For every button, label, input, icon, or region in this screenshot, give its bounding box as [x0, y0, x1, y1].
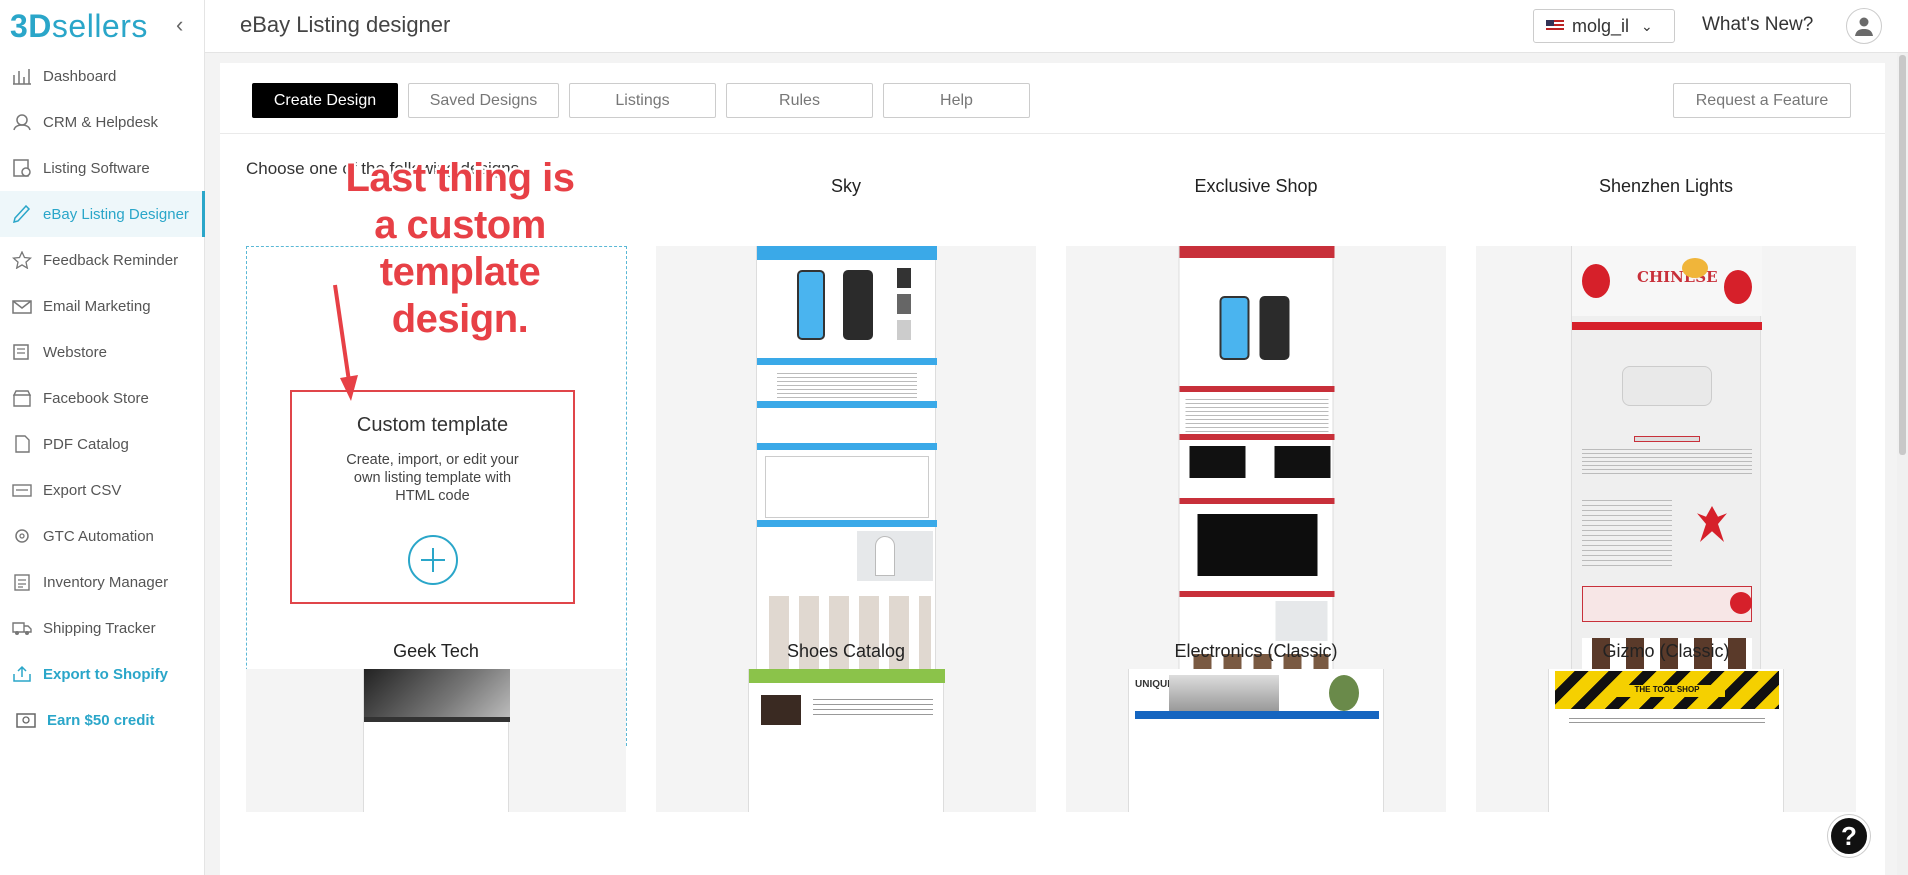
- shoes-catalog-preview: [748, 669, 945, 812]
- design-card-electronics-classic[interactable]: UNIQUE: [1066, 669, 1446, 812]
- design-title-shenzhen-lights: Shenzhen Lights: [1598, 176, 1734, 196]
- divider: [220, 133, 1885, 134]
- custom-template-description: Create, import, or edit your own listing…: [346, 452, 519, 504]
- whats-new-link[interactable]: What's New?: [1702, 14, 1813, 36]
- sidebar-item-label: Shipping Tracker: [43, 619, 156, 637]
- add-plus-icon[interactable]: [407, 535, 458, 585]
- scrollbar-thumb[interactable]: [1899, 55, 1906, 455]
- geek-tech-preview: [363, 669, 510, 812]
- sidebar-item-label: Listing Software: [43, 159, 150, 177]
- sidebar-item-label: GTC Automation: [43, 527, 154, 545]
- sidebar-item-label: Feedback Reminder: [43, 251, 179, 269]
- sidebar-item-webstore[interactable]: Webstore: [0, 329, 205, 375]
- sidebar-item-label: Facebook Store: [43, 389, 149, 407]
- sidebar-item-earn-credit[interactable]: Earn $50 credit: [0, 697, 205, 743]
- design-card-shoes-catalog[interactable]: [656, 669, 1036, 812]
- sidebar-item-label: PDF Catalog: [43, 435, 129, 453]
- collapse-sidebar-icon[interactable]: ‹: [176, 12, 183, 38]
- sidebar-nav: Dashboard CRM & Helpdesk Listing Softwar…: [0, 53, 205, 743]
- page-title: eBay Listing designer: [240, 12, 451, 37]
- sidebar-item-label: eBay Listing Designer: [43, 205, 189, 223]
- design-card-geek-tech[interactable]: [246, 669, 626, 812]
- user-avatar-icon[interactable]: [1846, 8, 1882, 44]
- annotation-text: Last thing is a custom template design.: [345, 156, 575, 341]
- tool-shop-text: THE TOOL SHOP: [1609, 685, 1725, 697]
- sidebar-item-export-to-shopify[interactable]: Export to Shopify: [0, 651, 205, 697]
- clipboard-icon: [10, 571, 34, 593]
- store-icon: [10, 341, 34, 363]
- custom-template-highlight[interactable]: Custom template Create, import, or edit …: [290, 390, 575, 604]
- tab-saved-designs[interactable]: Saved Designs: [408, 83, 559, 118]
- help-button[interactable]: ?: [1828, 815, 1870, 857]
- envelope-icon: [10, 295, 34, 317]
- brush-icon: [10, 203, 34, 225]
- gizmo-classic-preview: THE TOOL SHOP: [1548, 669, 1784, 812]
- tab-rules[interactable]: Rules: [726, 83, 873, 118]
- sidebar: 3Dsellers ‹ Dashboard CRM & Helpdesk Lis…: [0, 0, 205, 875]
- sidebar-item-dashboard[interactable]: Dashboard: [0, 53, 205, 99]
- sidebar-item-label: Inventory Manager: [43, 573, 169, 591]
- sidebar-item-ebay-listing-designer[interactable]: eBay Listing Designer: [0, 191, 205, 237]
- designer-panel: Create Design Saved Designs Listings Rul…: [220, 63, 1885, 875]
- design-card-gizmo-classic[interactable]: THE TOOL SHOP: [1476, 669, 1856, 812]
- sidebar-item-listing-software[interactable]: Listing Software: [0, 145, 205, 191]
- wallet-icon: [14, 709, 38, 731]
- pdf-icon: [10, 433, 34, 455]
- sidebar-item-inventory-manager[interactable]: Inventory Manager: [0, 559, 205, 605]
- electronics-classic-preview: UNIQUE: [1128, 669, 1384, 812]
- design-title-geek-tech: Geek Tech: [393, 641, 479, 661]
- sidebar-item-feedback-reminder[interactable]: Feedback Reminder: [0, 237, 205, 283]
- gear-icon: [10, 525, 34, 547]
- tab-create-design[interactable]: Create Design: [252, 83, 398, 118]
- design-title-sky: Sky: [830, 176, 861, 196]
- csv-icon: [10, 479, 34, 501]
- logo-3d: 3D: [10, 8, 52, 44]
- chart-icon: [10, 65, 34, 87]
- headset-icon: [10, 111, 34, 133]
- tab-listings[interactable]: Listings: [569, 83, 716, 118]
- account-selector[interactable]: molg_il ⌄: [1533, 9, 1675, 43]
- custom-template-title: Custom template: [356, 414, 509, 436]
- top-bar: eBay Listing designer molg_il ⌄ What's N…: [205, 0, 1908, 53]
- sidebar-item-facebook-store[interactable]: Facebook Store: [0, 375, 205, 421]
- star-icon: [10, 249, 34, 271]
- request-feature-button[interactable]: Request a Feature: [1673, 83, 1851, 118]
- sidebar-item-export-csv[interactable]: Export CSV: [0, 467, 205, 513]
- sidebar-item-label: Dashboard: [43, 67, 117, 85]
- sidebar-item-shipping-tracker[interactable]: Shipping Tracker: [0, 605, 205, 651]
- design-title-exclusive-shop: Exclusive Shop: [1194, 176, 1318, 196]
- us-flag-icon: [1546, 20, 1564, 32]
- listing-icon: [10, 157, 34, 179]
- truck-icon: [10, 617, 34, 639]
- chevron-down-icon: ⌄: [1641, 17, 1653, 34]
- sidebar-item-label: Webstore: [43, 343, 107, 361]
- sidebar-item-label: Export CSV: [43, 481, 122, 499]
- shop-icon: [10, 387, 34, 409]
- sidebar-item-label: Earn $50 credit: [47, 711, 155, 729]
- app-logo[interactable]: 3Dsellers: [10, 8, 148, 45]
- designer-tabs: Create Design Saved Designs Listings Rul…: [252, 83, 1040, 118]
- design-title-shoes-catalog: Shoes Catalog: [786, 641, 906, 661]
- logo-sellers: sellers: [51, 8, 148, 44]
- sidebar-item-crm[interactable]: CRM & Helpdesk: [0, 99, 205, 145]
- design-title-electronics-classic: Electronics (Classic): [1174, 641, 1338, 661]
- sidebar-item-email-marketing[interactable]: Email Marketing: [0, 283, 205, 329]
- tab-help[interactable]: Help: [883, 83, 1030, 118]
- sidebar-item-pdf-catalog[interactable]: PDF Catalog: [0, 421, 205, 467]
- export-icon: [10, 663, 34, 685]
- account-name: molg_il: [1572, 15, 1630, 36]
- sidebar-item-label: CRM & Helpdesk: [43, 113, 159, 131]
- sidebar-item-label: Export to Shopify: [43, 665, 168, 683]
- sidebar-item-label: Email Marketing: [43, 297, 151, 315]
- sidebar-item-gtc-automation[interactable]: GTC Automation: [0, 513, 205, 559]
- design-title-gizmo-classic: Gizmo (Classic): [1602, 641, 1730, 661]
